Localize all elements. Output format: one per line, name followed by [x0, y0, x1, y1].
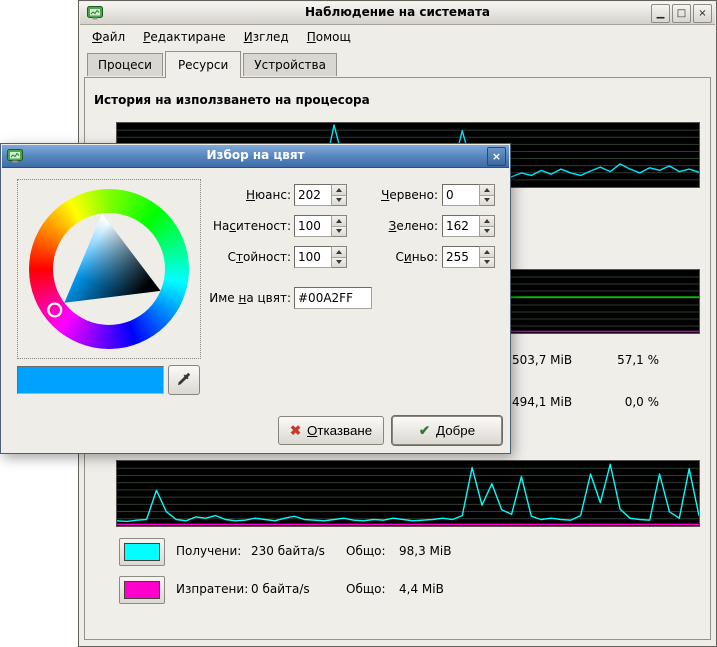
color-name-input[interactable]	[294, 287, 372, 309]
desktop: Наблюдение на системата ▁ □ × Файл Редак…	[0, 0, 717, 647]
received-label: Получени:	[176, 544, 241, 558]
close-button[interactable]: ×	[693, 4, 712, 23]
spin-down-icon[interactable]	[332, 196, 346, 206]
green-spin-buttons	[480, 215, 495, 237]
spin-down-icon[interactable]	[332, 227, 346, 237]
eyedropper-button[interactable]	[168, 365, 200, 395]
menu-edit[interactable]: Редактиране	[134, 27, 235, 47]
current-color-swatch	[17, 366, 164, 394]
red-label: Червено:	[351, 184, 438, 206]
sent-label: Изпратени:	[176, 582, 248, 596]
blue-label: Синьо:	[351, 246, 438, 268]
cpu-history-heading: История на използването на процесора	[94, 93, 370, 107]
main-window-title: Наблюдение на системата	[80, 5, 715, 19]
saturation-input[interactable]	[294, 215, 332, 237]
minimize-icon: ▁	[657, 9, 665, 19]
close-icon: ×	[698, 9, 706, 19]
spin-down-icon[interactable]	[480, 196, 494, 206]
notebook-tabs: Процеси Ресурси Устройства	[87, 51, 339, 77]
sent-rate: 0 байта/s	[251, 582, 310, 596]
spin-up-icon[interactable]	[480, 216, 494, 227]
main-titlebar[interactable]: Наблюдение на системата ▁ □ ×	[80, 2, 715, 25]
value-label: Стойност:	[181, 246, 291, 268]
menu-file[interactable]: Файл	[83, 27, 134, 47]
red-spinbox[interactable]	[442, 184, 495, 206]
maximize-icon: □	[677, 9, 686, 19]
value-spinbox[interactable]	[294, 246, 347, 268]
hue-input[interactable]	[294, 184, 332, 206]
cancel-button[interactable]: ✖ Отказване	[278, 416, 384, 445]
sv-triangle[interactable]	[29, 189, 189, 349]
eyedropper-icon	[176, 371, 192, 390]
cancel-button-label: Отказване	[307, 423, 372, 438]
ok-icon: ✔	[419, 423, 430, 439]
sent-color-button[interactable]	[119, 576, 165, 604]
menubar: Файл Редактиране Изглед Помощ	[83, 26, 360, 48]
saturation-spin-buttons	[332, 215, 347, 237]
network-history-chart	[116, 460, 700, 527]
green-label: Зелено:	[351, 215, 438, 237]
received-color-swatch	[124, 543, 160, 561]
hue-marker-icon[interactable]	[48, 304, 61, 317]
maximize-button[interactable]: □	[672, 4, 691, 23]
menu-help[interactable]: Помощ	[298, 27, 360, 47]
spin-up-icon[interactable]	[332, 247, 346, 258]
saturation-spinbox[interactable]	[294, 215, 347, 237]
color-name-label: Име на цвят:	[181, 287, 291, 309]
value-input[interactable]	[294, 246, 332, 268]
spin-up-icon[interactable]	[480, 185, 494, 196]
hue-label: Нюанс:	[181, 184, 291, 206]
sent-color-swatch	[124, 581, 160, 599]
swap-used-value: 494,1 MiB	[512, 395, 572, 409]
received-total-label: Общо:	[346, 544, 386, 558]
tab-processes[interactable]: Процеси	[87, 53, 163, 76]
cancel-icon: ✖	[290, 423, 301, 439]
dialog-titlebar[interactable]: Избор на цвят ×	[2, 145, 509, 168]
minimize-button[interactable]: ▁	[651, 4, 670, 23]
red-spin-buttons	[480, 184, 495, 206]
ok-button[interactable]: ✔ Добре	[392, 416, 502, 445]
received-color-button[interactable]	[119, 538, 165, 566]
hue-spinbox[interactable]	[294, 184, 347, 206]
color-wheel[interactable]	[17, 179, 201, 359]
blue-input[interactable]	[442, 246, 480, 268]
sent-total: 4,4 MiB	[399, 582, 444, 596]
green-spinbox[interactable]	[442, 215, 495, 237]
saturation-label: Наситеност:	[181, 215, 291, 237]
memory-used-percent: 57,1 %	[569, 353, 659, 367]
red-input[interactable]	[442, 184, 480, 206]
received-total: 98,3 MiB	[399, 544, 451, 558]
tab-resources[interactable]: Ресурси	[165, 51, 241, 78]
dialog-close-button[interactable]: ×	[487, 147, 506, 166]
spin-up-icon[interactable]	[332, 216, 346, 227]
hue-spin-buttons	[332, 184, 347, 206]
dialog-title: Избор на цвят	[2, 148, 509, 162]
tab-devices[interactable]: Устройства	[243, 53, 337, 76]
value-spin-buttons	[332, 246, 347, 268]
spin-up-icon[interactable]	[480, 247, 494, 258]
spin-down-icon[interactable]	[480, 227, 494, 237]
received-rate: 230 байта/s	[251, 544, 325, 558]
memory-used-value: 503,7 MiB	[512, 353, 572, 367]
menu-view[interactable]: Изглед	[235, 27, 298, 47]
blue-spinbox[interactable]	[442, 246, 495, 268]
blue-spin-buttons	[480, 246, 495, 268]
spin-down-icon[interactable]	[480, 258, 494, 268]
swap-used-percent: 0,0 %	[569, 395, 659, 409]
dialog-close-icon: ×	[492, 151, 501, 162]
window-controls: ▁ □ ×	[651, 4, 712, 23]
color-picker-dialog: Избор на цвят ×	[0, 143, 511, 454]
spin-down-icon[interactable]	[332, 258, 346, 268]
green-input[interactable]	[442, 215, 480, 237]
ok-button-label: Добре	[436, 423, 475, 438]
sent-total-label: Общо:	[346, 582, 386, 596]
spin-up-icon[interactable]	[332, 185, 346, 196]
